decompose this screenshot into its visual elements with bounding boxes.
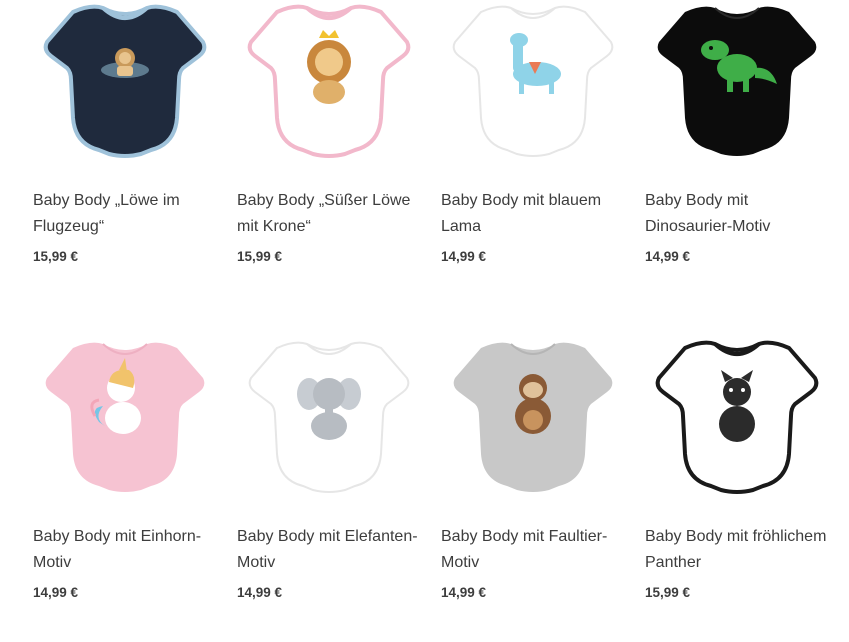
product-price: 15,99 € xyxy=(237,249,283,264)
product-card[interactable]: Baby Body mit Dinosaurier-Motiv 14,99 € xyxy=(645,0,828,306)
elephant-icon xyxy=(248,341,410,493)
product-image[interactable] xyxy=(237,0,420,174)
sloth-icon xyxy=(453,342,613,492)
product-title[interactable]: Baby Body mit Elefanten-Motiv xyxy=(237,524,420,576)
product-image[interactable] xyxy=(645,0,828,174)
product-card[interactable]: Baby Body mit Faultier-Motiv 14,99 € xyxy=(441,330,624,642)
product-card[interactable]: Baby Body mit blauem Lama 14,99 € xyxy=(441,0,624,306)
unicorn-icon xyxy=(45,342,205,492)
product-title[interactable]: Baby Body „Löwe im Flugzeug“ xyxy=(33,188,216,240)
lion-crown-icon xyxy=(247,4,411,158)
product-image[interactable] xyxy=(237,330,420,510)
product-card[interactable]: Baby Body mit Elefanten-Motiv 14,99 € xyxy=(237,330,420,642)
product-image[interactable] xyxy=(441,0,624,174)
product-image[interactable] xyxy=(33,0,216,174)
product-price: 14,99 € xyxy=(441,585,487,600)
lion-airplane-icon xyxy=(43,4,207,158)
product-image[interactable] xyxy=(441,330,624,510)
product-title[interactable]: Baby Body mit blauem Lama xyxy=(441,188,624,240)
llama-icon xyxy=(452,5,614,157)
product-card[interactable]: Baby Body mit Einhorn-Motiv 14,99 € xyxy=(33,330,216,642)
product-card[interactable]: Baby Body mit fröhlichem Panther 15,99 € xyxy=(645,330,828,642)
product-price: 14,99 € xyxy=(645,249,691,264)
panther-icon xyxy=(655,340,819,494)
product-price: 15,99 € xyxy=(645,585,691,600)
dinosaur-icon xyxy=(657,6,817,156)
product-image[interactable] xyxy=(645,330,828,510)
product-title[interactable]: Baby Body mit Faultier-Motiv xyxy=(441,524,624,576)
product-title[interactable]: Baby Body mit Einhorn-Motiv xyxy=(33,524,216,576)
product-card[interactable]: Baby Body „Süßer Löwe mit Krone“ 15,99 € xyxy=(237,0,420,306)
product-price: 14,99 € xyxy=(33,585,79,600)
product-price: 14,99 € xyxy=(441,249,487,264)
product-title[interactable]: Baby Body mit fröhlichem Panther xyxy=(645,524,828,576)
product-grid: Baby Body „Löwe im Flugzeug“ 15,99 € Bab… xyxy=(33,0,826,642)
product-card[interactable]: Baby Body „Löwe im Flugzeug“ 15,99 € xyxy=(33,0,216,306)
product-title[interactable]: Baby Body mit Dinosaurier-Motiv xyxy=(645,188,828,240)
product-title[interactable]: Baby Body „Süßer Löwe mit Krone“ xyxy=(237,188,420,240)
product-price: 14,99 € xyxy=(237,585,283,600)
product-image[interactable] xyxy=(33,330,216,510)
product-price: 15,99 € xyxy=(33,249,79,264)
